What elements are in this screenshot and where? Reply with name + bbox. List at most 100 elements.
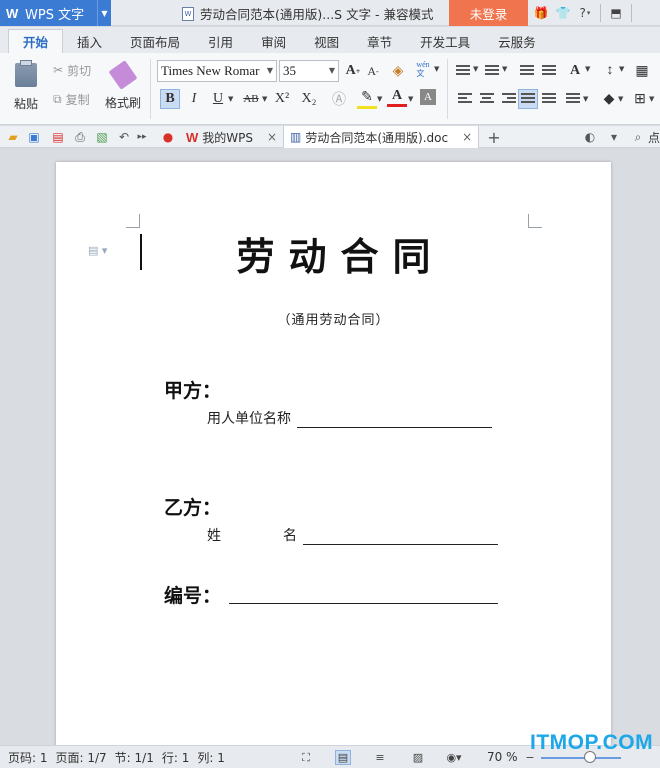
numbered-list-icon[interactable]	[485, 65, 499, 77]
login-button[interactable]: 未登录	[449, 0, 528, 26]
more-icon[interactable]: ▸▸	[134, 129, 150, 145]
font-name-select[interactable]: Times New Romar ▼	[157, 60, 277, 82]
shrink-font-icon[interactable]: A-	[363, 61, 383, 81]
strikethrough-button[interactable]: AB	[240, 89, 262, 109]
app-menu-button[interactable]: W WPS 文字 ▼	[0, 0, 111, 26]
bullet-list-icon[interactable]	[456, 65, 470, 77]
justify-button[interactable]	[518, 89, 538, 109]
chevron-down-icon[interactable]: ▼	[619, 65, 624, 73]
search-label[interactable]: 点	[646, 129, 660, 145]
document-icon: W	[182, 6, 194, 21]
web-view-icon[interactable]: ▨	[410, 750, 426, 765]
format-painter-button[interactable]: 格式刷	[103, 59, 143, 115]
tab-insert[interactable]: 插入	[63, 29, 116, 53]
tab-review[interactable]: 审阅	[247, 29, 300, 53]
superscript-button[interactable]: X²	[272, 89, 292, 109]
change-case-icon[interactable]: A	[565, 61, 585, 81]
line-spacing-icon[interactable]	[566, 93, 580, 105]
tab-references[interactable]: 引用	[194, 29, 247, 53]
align-right-icon[interactable]	[502, 93, 516, 105]
chevron-down-icon[interactable]: ▼	[585, 65, 590, 73]
chevron-down-icon[interactable]: ▼	[408, 95, 413, 103]
borders-icon[interactable]: ⊞	[630, 89, 650, 109]
sort-icon[interactable]: ↕	[600, 61, 620, 81]
font-color-button[interactable]: A	[387, 87, 407, 107]
chevron-down-icon[interactable]: ▼	[434, 65, 439, 73]
pin-icon[interactable]: ●	[160, 129, 176, 145]
outline-view-icon[interactable]: ≡	[372, 750, 388, 765]
chevron-down-icon[interactable]: ▼	[97, 0, 111, 26]
chevron-down-icon[interactable]: ▼	[262, 95, 267, 103]
tab-view[interactable]: 视图	[300, 29, 353, 53]
paragraph-shading-icon[interactable]: ◆	[599, 89, 619, 109]
font-size-select[interactable]: 35 ▼	[279, 60, 339, 82]
quick-access-bar: ▰ ▣ ▤ ⎙ ▧ ↶ ▸▸ ● W 我的WPS × ▥ 劳动合同范本(通用版)…	[0, 126, 660, 148]
chevron-down-icon[interactable]: ▼	[377, 95, 382, 103]
chevron-down-icon[interactable]: ▼	[583, 95, 588, 103]
close-icon[interactable]: ×	[462, 130, 472, 144]
cut-button[interactable]: ✂ 剪切	[53, 61, 91, 79]
status-page-number: 页码: 1	[8, 750, 48, 765]
tab-page-layout[interactable]: 页面布局	[116, 29, 194, 53]
save-icon[interactable]: ▣	[26, 129, 42, 145]
window-title-text: 劳动合同范本(通用版)...S 文字 - 兼容模式	[200, 7, 434, 22]
character-shading-button[interactable]: A	[420, 89, 436, 105]
decrease-indent-icon[interactable]	[520, 65, 534, 77]
zoom-level[interactable]: 70 %	[487, 750, 518, 764]
document-canvas[interactable]: ▤ ▾ 劳动合同 （通用劳动合同） 甲方： 用人单位名称 乙方： 姓 名 编号：	[0, 149, 660, 745]
paste-icon	[15, 59, 37, 87]
zoom-slider-track[interactable]	[541, 757, 621, 759]
chevron-down-icon[interactable]: ▼	[649, 95, 654, 103]
chevron-down-icon[interactable]: ▼	[502, 65, 507, 73]
document-page[interactable]: ▤ ▾ 劳动合同 （通用劳动合同） 甲方： 用人单位名称 乙方： 姓 名 编号：	[56, 162, 611, 745]
comment-icon[interactable]: ▾	[606, 129, 622, 145]
open-folder-icon[interactable]: ▰	[5, 129, 21, 145]
tab-developer[interactable]: 开发工具	[406, 29, 484, 53]
help-icon[interactable]: ? ▾	[576, 3, 594, 23]
gift-icon[interactable]: 🎁	[532, 3, 550, 23]
copy-button[interactable]: ⧉ 复制	[53, 90, 90, 108]
page-view-icon[interactable]: ▤	[335, 750, 351, 765]
table-icon[interactable]: ▦	[632, 61, 652, 81]
number-label: 编号：	[164, 585, 222, 607]
doc-tab-label: 劳动合同范本(通用版).doc	[305, 130, 449, 145]
doc-tab-my-wps[interactable]: W 我的WPS ×	[180, 126, 283, 148]
doc-tab-contract[interactable]: ▥ 劳动合同范本(通用版).doc ×	[283, 126, 480, 148]
search-icon[interactable]: ⌕	[630, 129, 646, 145]
print-preview-icon[interactable]: ▧	[94, 129, 110, 145]
chevron-down-icon[interactable]: ▼	[473, 65, 478, 73]
highlight-icon[interactable]: ✎	[357, 89, 377, 109]
party-a-label: 甲方：	[164, 380, 222, 402]
restore-window-icon[interactable]: ⬒	[607, 3, 625, 23]
export-pdf-icon[interactable]: ▤	[50, 129, 66, 145]
bold-button[interactable]: B	[160, 89, 180, 109]
tab-section[interactable]: 章节	[353, 29, 406, 53]
undo-icon[interactable]: ↶	[116, 129, 132, 145]
grow-font-icon[interactable]: A +	[343, 61, 363, 81]
align-left-icon[interactable]	[458, 93, 472, 105]
paste-button[interactable]: 粘贴	[8, 59, 44, 115]
party-a-field-label: 用人单位名称	[207, 411, 291, 427]
underline-button[interactable]: U	[208, 89, 228, 109]
party-b-field: 姓 名	[207, 525, 498, 545]
reading-mode-icon[interactable]: ◉▾	[446, 750, 462, 765]
toggle-icon[interactable]: ◐	[582, 129, 598, 145]
print-icon[interactable]: ⎙	[72, 129, 88, 145]
subscript-button[interactable]: X₂	[299, 89, 319, 109]
align-center-icon[interactable]	[480, 93, 494, 105]
text-effect-icon[interactable]: Ⓐ	[329, 89, 349, 109]
new-tab-icon[interactable]: +	[486, 128, 502, 147]
tab-cloud[interactable]: 云服务	[484, 29, 550, 53]
wps-logo-icon: W	[6, 5, 19, 21]
distribute-icon[interactable]	[542, 93, 556, 105]
chevron-down-icon[interactable]: ▼	[618, 95, 623, 103]
shirt-icon[interactable]: 👕	[554, 3, 572, 23]
tab-home[interactable]: 开始	[8, 29, 64, 53]
close-icon[interactable]: ×	[267, 130, 277, 144]
increase-indent-icon[interactable]	[542, 65, 556, 77]
fullscreen-icon[interactable]: ⛶	[298, 750, 314, 765]
italic-button[interactable]: I	[184, 89, 204, 109]
chevron-down-icon[interactable]: ▼	[228, 95, 233, 103]
clear-format-icon[interactable]: ◈	[388, 61, 408, 81]
phonetic-guide-icon[interactable]: wén 文	[413, 59, 433, 79]
